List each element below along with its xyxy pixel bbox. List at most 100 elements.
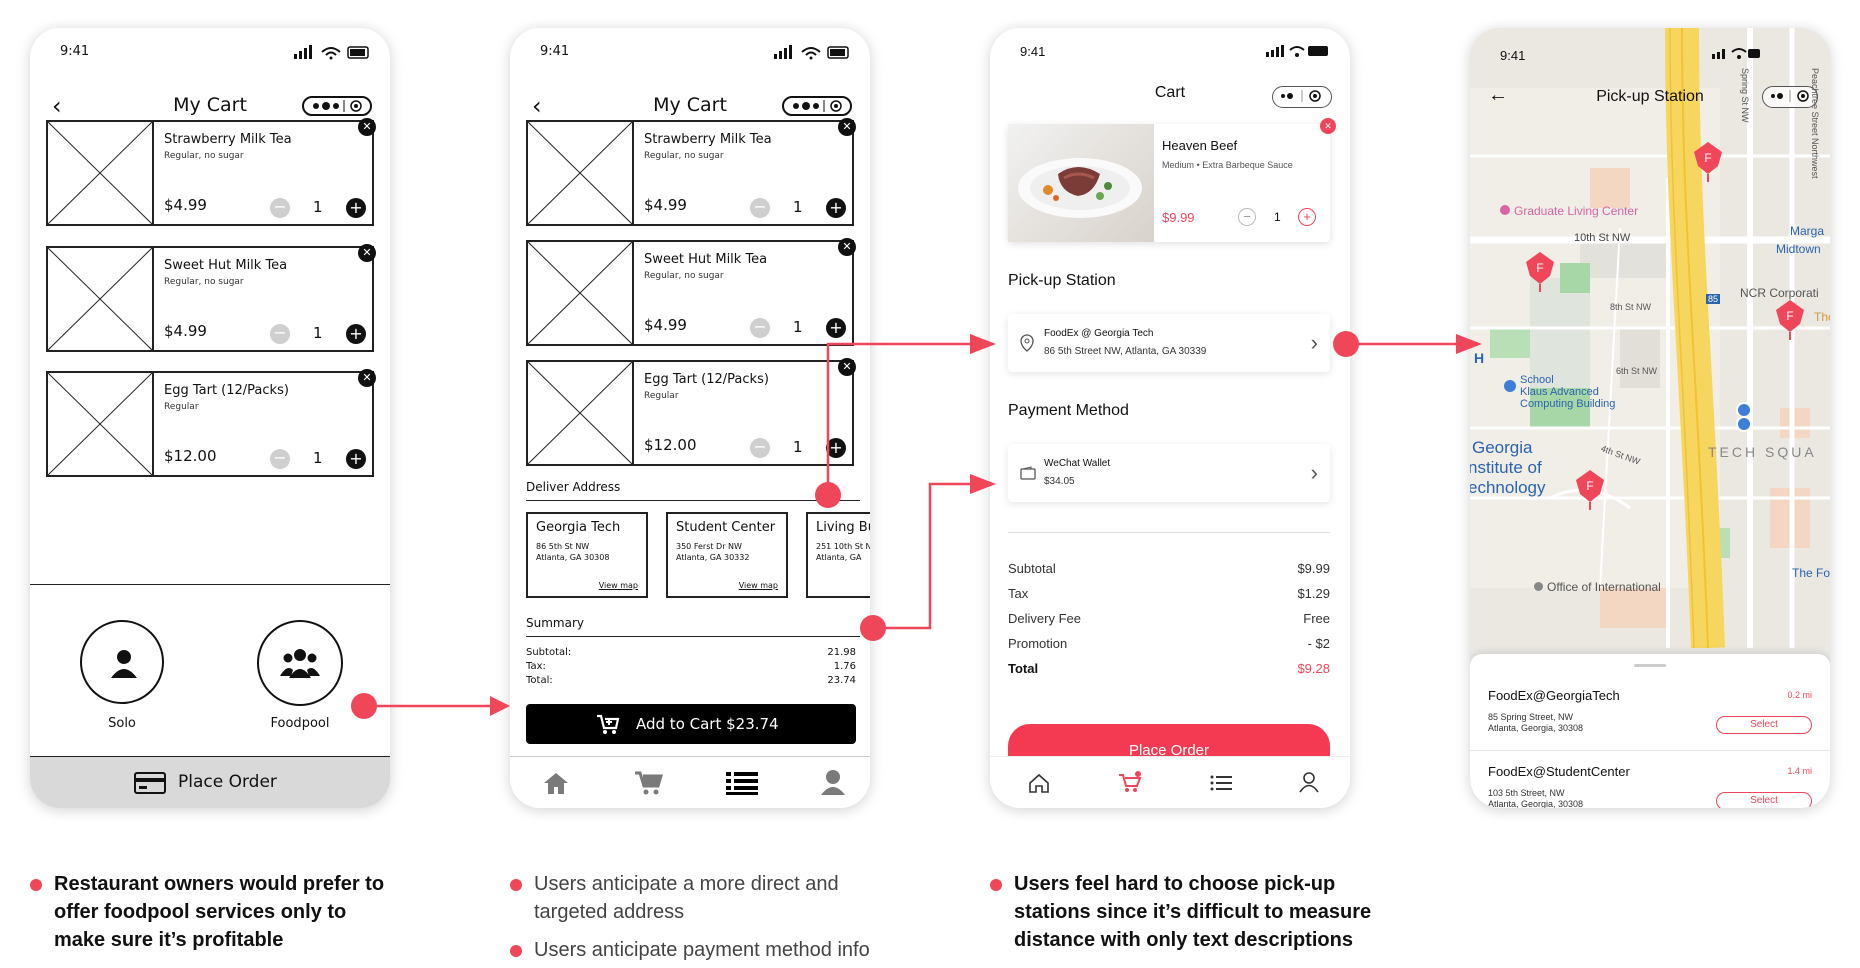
svg-text:F: F xyxy=(1786,309,1793,323)
cart-item-card[interactable]: Sweet Hut Milk Tea Regular, no sugar $4.… xyxy=(46,244,376,352)
remove-icon[interactable]: ✕ xyxy=(358,244,376,262)
foodpool-option[interactable]: Foodpool xyxy=(256,620,344,731)
address-card[interactable]: Living Bu 251 10th St N Atlanta, GA xyxy=(806,512,870,598)
plus-icon[interactable]: + xyxy=(826,438,846,458)
address-card[interactable]: Georgia Tech 86 5th St NW Atlanta, GA 30… xyxy=(526,512,648,598)
menu-capsule[interactable] xyxy=(302,96,372,116)
plus-icon[interactable]: + xyxy=(826,318,846,338)
cart-item-card[interactable]: Strawberry Milk Tea Regular, no sugar $4… xyxy=(526,118,856,226)
note-restaurant-owners: Restaurant owners would prefer to offer … xyxy=(30,870,384,954)
cart-item-card[interactable]: Strawberry Milk Tea Regular, no sugar $4… xyxy=(46,118,376,226)
note-pickup-stations: Users feel hard to choose pick-up statio… xyxy=(990,870,1371,954)
map-label-klaus2: Computing Building xyxy=(1520,398,1616,410)
item-option: Regular xyxy=(644,391,679,401)
item-qty: 1 xyxy=(793,198,803,216)
payment-method-row[interactable]: WeChat Wallet $34.05 › xyxy=(1008,444,1330,502)
cart-item-card[interactable]: Egg Tart (12/Packs) Regular $12.00 − 1 +… xyxy=(46,369,376,477)
summary-row-label: Subtotal: xyxy=(526,647,572,658)
cart-item-card[interactable]: Sweet Hut Milk Tea Regular, no sugar $4.… xyxy=(526,238,856,346)
remove-icon[interactable]: ✕ xyxy=(358,118,376,136)
note-direct-address: Users anticipate a more direct and targe… xyxy=(510,870,839,926)
map-label-tenth: 10th St NW xyxy=(1574,232,1631,244)
select-button[interactable]: Select xyxy=(1716,716,1812,734)
map-label-spring: Spring St NW xyxy=(1740,68,1750,123)
menu-capsule[interactable] xyxy=(782,96,852,116)
place-order-button[interactable]: Place Order xyxy=(30,756,390,808)
view-map-link[interactable]: View map xyxy=(739,581,778,590)
home-icon[interactable] xyxy=(1028,773,1050,793)
svg-text:F: F xyxy=(1586,479,1593,493)
item-option: Regular, no sugar xyxy=(644,271,724,281)
summary-row-label: Promotion xyxy=(1008,636,1068,651)
remove-icon[interactable]: ✕ xyxy=(838,238,856,256)
address-card[interactable]: Student Center 350 Ferst Dr NW Atlanta, … xyxy=(666,512,788,598)
station-address: 86 5th Street NW, Atlanta, GA 30339 xyxy=(1044,346,1207,357)
station-list-item[interactable]: FoodEx@GeorgiaTech 0.2 mi 85 Spring Stre… xyxy=(1470,674,1830,751)
remove-icon[interactable]: ✕ xyxy=(1320,118,1336,134)
hifi-cart-phone: 9:41 Cart Heaven Beef Medium • Extra Bar… xyxy=(990,28,1350,808)
user-icon[interactable] xyxy=(1298,771,1320,793)
note-line: Users feel hard to choose pick-up xyxy=(1014,873,1336,895)
address-line2: Atlanta, GA 30308 xyxy=(536,553,610,562)
map-label-8th: 8th St NW xyxy=(1610,302,1652,312)
item-name: Egg Tart (12/Packs) xyxy=(164,383,289,398)
summary-table: Subtotal $9.99 Tax $1.29 Delivery Fee Free … xyxy=(1008,556,1330,681)
solo-option[interactable]: Solo xyxy=(78,620,166,731)
list-icon[interactable] xyxy=(1210,775,1232,791)
foodex-marker-icon[interactable]: F xyxy=(1520,250,1560,292)
station-list-item[interactable]: FoodEx@StudentCenter 1.4 mi 103 5th Stre… xyxy=(1470,752,1830,808)
view-map-link[interactable]: View map xyxy=(599,581,638,590)
minus-icon[interactable]: − xyxy=(270,324,290,344)
foodex-marker-icon[interactable]: F xyxy=(1770,298,1810,340)
plus-icon[interactable]: + xyxy=(1298,208,1316,226)
cart-item-card[interactable]: Egg Tart (12/Packs) Regular $12.00 − 1 +… xyxy=(526,358,856,466)
minus-icon[interactable]: − xyxy=(270,449,290,469)
plus-icon[interactable]: + xyxy=(346,198,366,218)
status-time: 9:41 xyxy=(1020,44,1046,59)
plus-icon[interactable]: + xyxy=(826,198,846,218)
summary-row-value: $9.99 xyxy=(1297,561,1330,576)
select-button[interactable]: Select xyxy=(1716,792,1812,808)
minus-icon[interactable]: − xyxy=(1238,208,1256,226)
payment-amount: $34.05 xyxy=(1044,476,1075,487)
remove-icon[interactable]: ✕ xyxy=(838,358,856,376)
pickup-station-row[interactable]: FoodEx @ Georgia Tech 86 5th Street NW, … xyxy=(1008,314,1330,372)
add-to-cart-button[interactable]: Add to Cart $23.74 xyxy=(526,704,856,744)
wallet-icon xyxy=(1020,466,1036,480)
item-name: Heaven Beef xyxy=(1162,138,1238,153)
note-line: Users anticipate payment method info xyxy=(534,939,870,961)
graduate-pin-icon xyxy=(1500,205,1510,215)
plus-icon[interactable]: + xyxy=(346,324,366,344)
minus-icon[interactable]: − xyxy=(750,198,770,218)
cart-icon[interactable] xyxy=(634,770,664,796)
address-name: Student Center xyxy=(676,520,776,535)
wireframe-cart-phone: 9:41 ‹ My Cart Strawberry Milk Tea Regul… xyxy=(30,28,390,808)
minus-icon[interactable]: − xyxy=(750,438,770,458)
remove-icon[interactable]: ✕ xyxy=(358,369,376,387)
summary-row: Tax $1.29 xyxy=(1008,581,1330,606)
foodex-marker-icon[interactable]: F xyxy=(1570,468,1610,510)
foodex-marker-icon[interactable]: F xyxy=(1688,140,1728,182)
menu-capsule[interactable] xyxy=(1272,86,1332,108)
cart-icon[interactable] xyxy=(1118,771,1142,793)
item-price: $4.99 xyxy=(164,322,207,340)
header: Cart xyxy=(990,76,1350,116)
item-qty: 1 xyxy=(793,438,803,456)
person-icon xyxy=(80,620,164,704)
list-icon[interactable] xyxy=(726,771,758,795)
item-option-1: Medium xyxy=(1162,160,1195,170)
station-line2: Atlanta, Georgia, 30308 xyxy=(1488,799,1584,808)
home-icon[interactable] xyxy=(542,771,570,795)
summary-row-label: Delivery Fee xyxy=(1008,611,1081,626)
minus-icon[interactable]: − xyxy=(750,318,770,338)
sheet-handle[interactable] xyxy=(1634,664,1666,667)
cart-item-card[interactable]: Heaven Beef Medium • Extra Barbeque Sauc… xyxy=(1008,118,1336,242)
klaus-pin-icon xyxy=(1504,380,1516,392)
item-option: Regular, no sugar xyxy=(164,277,244,287)
status-time: 9:41 xyxy=(540,44,570,59)
plus-icon[interactable]: + xyxy=(346,449,366,469)
minus-icon[interactable]: − xyxy=(270,198,290,218)
item-price: $4.99 xyxy=(644,316,687,334)
remove-icon[interactable]: ✕ xyxy=(838,118,856,136)
user-icon[interactable] xyxy=(820,769,846,795)
